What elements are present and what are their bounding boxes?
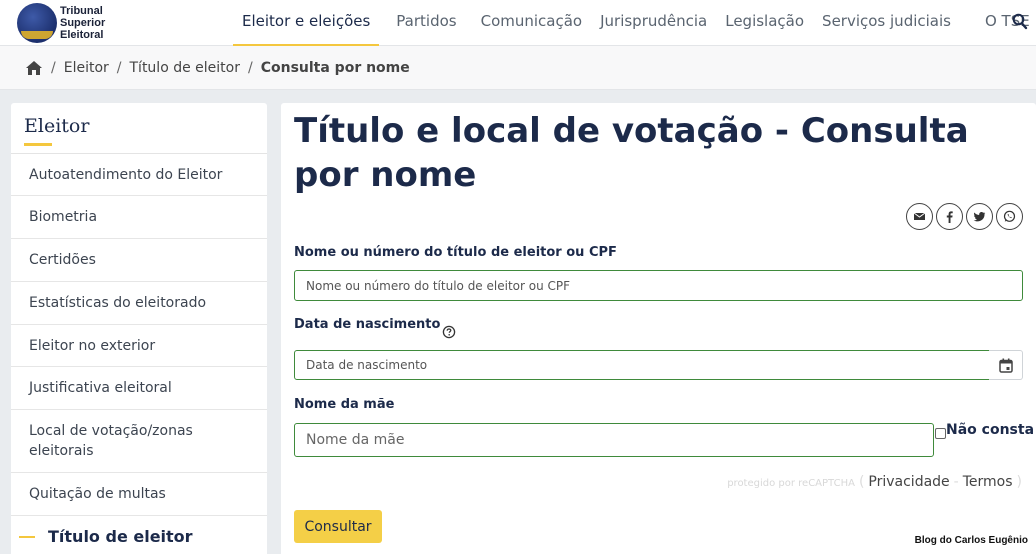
birth-date-label: Data de nascimento xyxy=(294,317,441,332)
facebook-icon xyxy=(946,211,953,223)
birth-date-input[interactable]: Data de nascimento xyxy=(294,350,990,380)
sidebar-item-certidoes[interactable]: Certidões xyxy=(11,239,267,282)
recaptcha-protected-text: protegido por reCAPTCHA xyxy=(727,478,855,489)
nav-item-eleitor[interactable]: Eleitor e eleições xyxy=(233,0,380,46)
main-content: Título e local de votação - Consulta por… xyxy=(281,103,1036,554)
sidebar-title: Eleitor xyxy=(24,115,90,137)
breadcrumb: / Eleitor / Título de eleitor / Consulta… xyxy=(0,46,1036,90)
recaptcha-terms-link[interactable]: Termos xyxy=(963,474,1013,490)
sidebar-menu: Autoatendimento do Eleitor Biometria Cer… xyxy=(11,154,267,554)
tse-seal-icon xyxy=(17,3,57,43)
breadcrumb-separator: / xyxy=(116,59,122,76)
sidebar-item-justificativa[interactable]: Justificativa eleitoral xyxy=(11,367,267,410)
watermark: Blog do Carlos Eugênio xyxy=(914,535,1028,546)
nav-item-servicos[interactable]: Serviços judiciais xyxy=(813,0,960,46)
name-label: Nome ou número do título de eleitor ou C… xyxy=(294,245,617,260)
nav-item-comunicacao[interactable]: Comunicação xyxy=(472,0,592,46)
share-buttons xyxy=(906,203,1023,230)
share-twitter-button[interactable] xyxy=(966,203,993,230)
breadcrumb-separator: / xyxy=(247,59,253,76)
submit-button[interactable]: Consultar xyxy=(294,510,382,543)
calendar-icon xyxy=(998,358,1013,373)
share-email-button[interactable] xyxy=(906,203,933,230)
sidebar-item-titulo-eleitor[interactable]: Título de eleitor xyxy=(11,516,267,554)
share-facebook-button[interactable] xyxy=(936,203,963,230)
search-icon[interactable] xyxy=(1012,13,1028,31)
help-icon[interactable] xyxy=(442,325,456,339)
site-header: Tribunal Superior Eleitoral Eleitor e el… xyxy=(0,0,1036,46)
paren: ) xyxy=(1016,474,1022,490)
breadcrumb-item-eleitor[interactable]: Eleitor xyxy=(64,60,109,76)
main-nav: Eleitor e eleições Partidos Comunicação … xyxy=(233,0,1036,46)
sidebar-item-exterior[interactable]: Eleitor no exterior xyxy=(11,325,267,367)
sidebar: Eleitor Autoatendimento do Eleitor Biome… xyxy=(11,103,267,554)
breadcrumb-separator: / xyxy=(51,59,56,76)
twitter-icon xyxy=(973,212,986,222)
sidebar-item-quitacao[interactable]: Quitação de multas xyxy=(11,473,267,516)
home-icon[interactable] xyxy=(25,60,43,76)
email-icon xyxy=(913,212,926,220)
breadcrumb-item-titulo[interactable]: Título de eleitor xyxy=(130,60,240,76)
sidebar-item-biometria[interactable]: Biometria xyxy=(11,196,267,239)
separator: - xyxy=(953,474,959,490)
nav-item-jurisprudencia[interactable]: Jurisprudência xyxy=(591,0,716,46)
breadcrumb-current: Consulta por nome xyxy=(260,59,410,76)
sidebar-item-autoatendimento[interactable]: Autoatendimento do Eleitor xyxy=(11,154,267,196)
page-title: Título e local de votação - Consulta por… xyxy=(294,111,969,195)
calendar-button[interactable] xyxy=(989,350,1023,380)
whatsapp-icon xyxy=(1003,210,1016,222)
sidebar-item-estatisticas[interactable]: Estatísticas do eleitorado xyxy=(11,282,267,325)
tse-logo[interactable]: Tribunal Superior Eleitoral xyxy=(17,3,105,43)
sidebar-item-local-votacao[interactable]: Local de votação/zonas eleitorais xyxy=(11,410,267,473)
name-or-title-input[interactable]: Nome ou número do título de eleitor ou C… xyxy=(294,270,1023,301)
share-whatsapp-button[interactable] xyxy=(996,203,1023,230)
recaptcha-privacy-link[interactable]: Privacidade xyxy=(868,474,949,490)
paren: ( xyxy=(858,474,865,490)
sidebar-title-underline xyxy=(24,143,52,146)
not-listed-checkbox[interactable] xyxy=(935,428,946,439)
mother-name-input[interactable]: Nome da mãe xyxy=(294,423,934,457)
nav-item-partidos[interactable]: Partidos xyxy=(387,0,465,46)
recaptcha-notice: protegido por reCAPTCHA ( Privacidade - … xyxy=(727,474,1022,490)
nav-item-legislacao[interactable]: Legislação xyxy=(716,0,813,46)
logo-text: Tribunal Superior Eleitoral xyxy=(60,5,106,41)
mother-name-label: Nome da mãe xyxy=(294,397,395,412)
not-listed-label: Não consta xyxy=(946,422,1035,438)
